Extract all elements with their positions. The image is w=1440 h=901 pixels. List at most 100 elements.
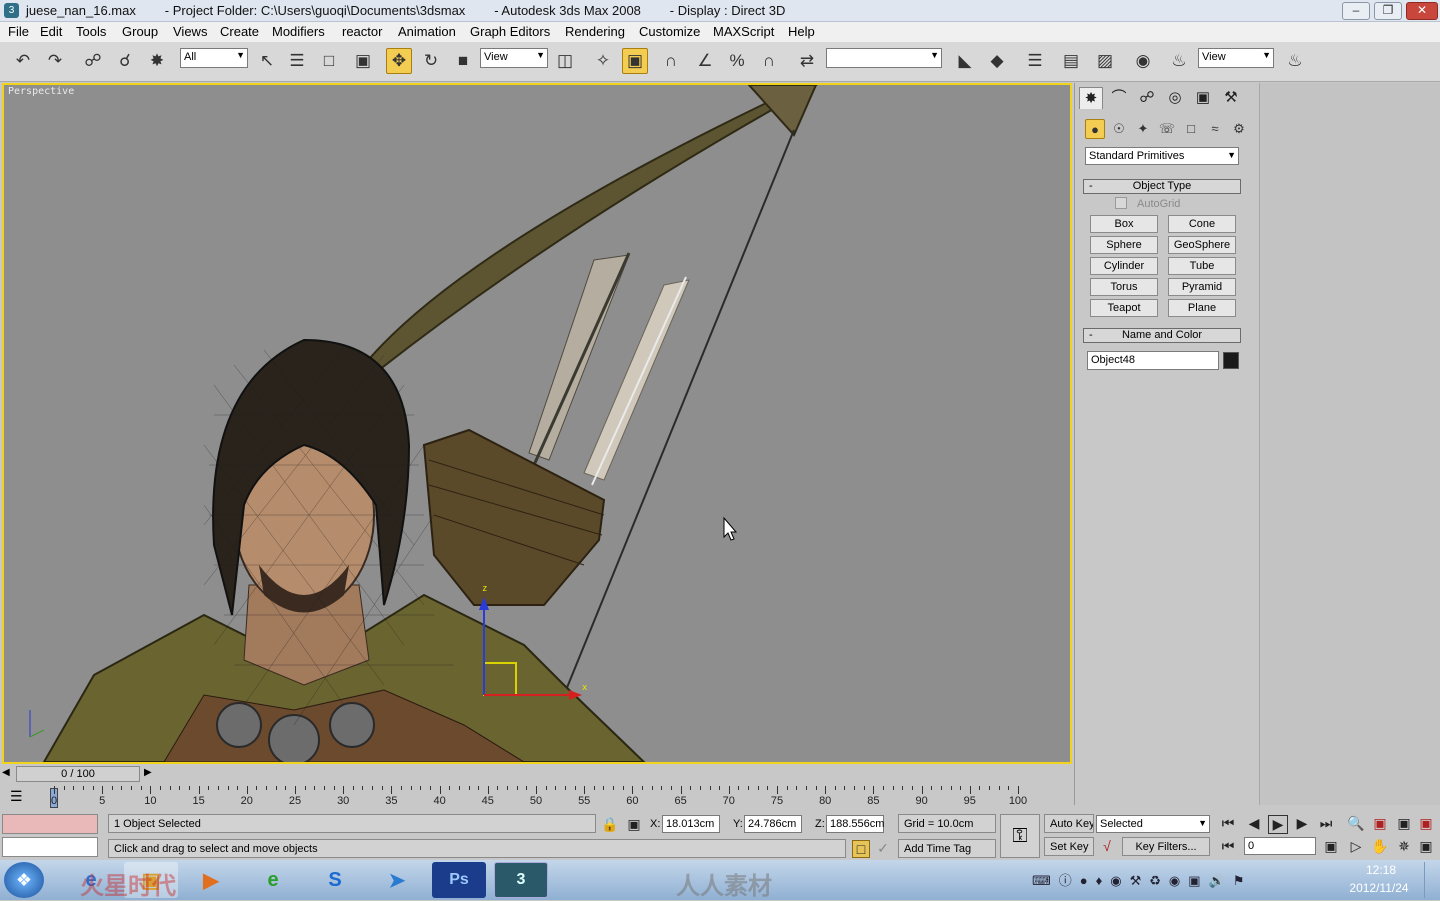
- set-key-key-icon[interactable]: ⚿: [1000, 814, 1040, 858]
- app-icon[interactable]: 3: [4, 3, 19, 18]
- key-filters-button[interactable]: Key Filters...: [1122, 837, 1210, 856]
- close-button[interactable]: ✕: [1406, 2, 1438, 20]
- percent-snap-icon[interactable]: %: [724, 48, 750, 74]
- menu-edit[interactable]: Edit: [40, 24, 62, 39]
- edit-named-selection-icon[interactable]: ⇄: [794, 48, 820, 74]
- geosphere-button[interactable]: GeoSphere: [1168, 236, 1236, 254]
- motion-tab-icon[interactable]: ◎: [1163, 87, 1187, 109]
- render-setup-icon[interactable]: ♨: [1166, 48, 1192, 74]
- zoom-icon[interactable]: 🔍: [1346, 815, 1366, 832]
- snaps-toggle-icon[interactable]: ∩: [658, 48, 684, 74]
- time-slider-prev-icon[interactable]: ◀: [2, 767, 10, 778]
- select-and-link-icon[interactable]: ☍: [80, 48, 106, 74]
- x-coordinate-input[interactable]: 18.013cm: [662, 815, 720, 833]
- plane-button[interactable]: Plane: [1168, 299, 1236, 317]
- select-and-scale-icon[interactable]: ■: [450, 48, 476, 74]
- menu-graph-editors[interactable]: Graph Editors: [470, 24, 550, 39]
- redo-icon[interactable]: ↷: [42, 48, 68, 74]
- select-and-manipulate-icon[interactable]: ✧: [590, 48, 616, 74]
- time-slider[interactable]: 0 / 100: [16, 766, 140, 782]
- teapot-button[interactable]: Teapot: [1090, 299, 1158, 317]
- play-icon[interactable]: ▶: [1268, 815, 1288, 834]
- systems-category-icon[interactable]: ⚙: [1229, 119, 1249, 139]
- key-mode-toggle-icon[interactable]: ⏮: [1218, 838, 1238, 855]
- clock-time[interactable]: 12:18: [1346, 863, 1416, 877]
- next-frame-icon[interactable]: ▶: [1292, 815, 1312, 832]
- quick-render-teapot-icon[interactable]: ♨: [1282, 48, 1308, 74]
- schematic-view-icon[interactable]: ▨: [1092, 48, 1118, 74]
- maximize-viewport-icon[interactable]: ▣: [1416, 838, 1436, 855]
- current-frame-input[interactable]: 0: [1244, 837, 1316, 855]
- go-to-start-icon[interactable]: ⏮: [1218, 815, 1238, 832]
- absolute-mode-transform-icon[interactable]: ▣: [626, 816, 642, 833]
- mirror-icon[interactable]: ◣: [952, 48, 978, 74]
- utilities-tab-icon[interactable]: ⚒: [1219, 87, 1243, 109]
- shapes-category-icon[interactable]: ☉: [1109, 119, 1129, 139]
- menu-animation[interactable]: Animation: [398, 24, 456, 39]
- autogrid-checkbox[interactable]: [1115, 197, 1127, 209]
- add-time-tag-button[interactable]: Add Time Tag: [898, 839, 996, 858]
- name-and-color-rollout-header[interactable]: - Name and Color: [1083, 328, 1241, 343]
- key-mode-dropdown[interactable]: Selected ▼: [1096, 815, 1210, 833]
- named-selection-sets-dropdown[interactable]: ▼: [826, 48, 942, 68]
- create-tab-icon[interactable]: ✸: [1079, 87, 1103, 109]
- angle-snap-icon[interactable]: ∠: [692, 48, 718, 74]
- hierarchy-tab-icon[interactable]: ☍: [1135, 87, 1159, 109]
- degradation-override-icon[interactable]: ✓: [876, 840, 890, 857]
- tube-button[interactable]: Tube: [1168, 257, 1236, 275]
- selection-filter-dropdown[interactable]: All ▼: [180, 48, 248, 68]
- sogou-icon[interactable]: S: [308, 862, 362, 898]
- select-by-name-icon[interactable]: ☰: [284, 48, 310, 74]
- spinner-snap-icon[interactable]: ∩: [756, 48, 782, 74]
- menu-maxscript[interactable]: MAXScript: [713, 24, 774, 39]
- maxscript-input[interactable]: [2, 837, 98, 857]
- system-tray-icons[interactable]: ⌨ⓘ●♦◉⚒♻◉▣🔊⚑: [1032, 870, 1252, 889]
- clock-date[interactable]: 2012/11/24: [1342, 881, 1416, 895]
- object-name-input[interactable]: Object48: [1087, 351, 1219, 370]
- unlink-icon[interactable]: ☌: [112, 48, 138, 74]
- previous-frame-icon[interactable]: ◀: [1244, 815, 1264, 832]
- menu-modifiers[interactable]: Modifiers: [272, 24, 325, 39]
- minimize-button[interactable]: –: [1342, 2, 1370, 20]
- select-and-move-icon[interactable]: ✥: [386, 48, 412, 74]
- torus-button[interactable]: Torus: [1090, 278, 1158, 296]
- reference-coordinate-dropdown[interactable]: View ▼: [480, 48, 548, 68]
- go-to-end-icon[interactable]: ⏭: [1316, 815, 1336, 832]
- keyboard-shortcut-override-icon[interactable]: ▣: [622, 48, 648, 74]
- primitive-type-dropdown[interactable]: Standard Primitives ▼: [1085, 147, 1239, 165]
- maxscript-listener-mini[interactable]: [2, 814, 98, 834]
- time-slider-next-icon[interactable]: ▶: [144, 767, 152, 778]
- menu-help[interactable]: Help: [788, 24, 815, 39]
- cylinder-button[interactable]: Cylinder: [1090, 257, 1158, 275]
- orbit-icon[interactable]: ✵: [1394, 838, 1414, 855]
- pyramid-button[interactable]: Pyramid: [1168, 278, 1236, 296]
- space-warps-category-icon[interactable]: ≈: [1205, 119, 1225, 139]
- align-icon[interactable]: ◆: [984, 48, 1010, 74]
- menu-rendering[interactable]: Rendering: [565, 24, 625, 39]
- viewport-label[interactable]: Perspective: [8, 86, 74, 97]
- maximize-button[interactable]: ❐: [1374, 2, 1402, 20]
- lock-selection-icon[interactable]: 🔒: [601, 816, 618, 833]
- select-and-rotate-icon[interactable]: ↻: [418, 48, 444, 74]
- perspective-viewport[interactable]: z x Perspective: [2, 83, 1072, 764]
- menu-reactor[interactable]: reactor: [342, 24, 382, 39]
- box-button[interactable]: Box: [1090, 215, 1158, 233]
- bind-to-space-warp-icon[interactable]: ✸: [144, 48, 170, 74]
- menu-customize[interactable]: Customize: [639, 24, 700, 39]
- zoom-extents-all-icon[interactable]: ▣: [1416, 815, 1436, 832]
- modify-tab-icon[interactable]: ⌒: [1107, 87, 1131, 109]
- default-tangent-icon[interactable]: √: [1098, 838, 1116, 854]
- undo-icon[interactable]: ↶: [10, 48, 36, 74]
- menu-group[interactable]: Group: [122, 24, 158, 39]
- menu-create[interactable]: Create: [220, 24, 259, 39]
- media-player-icon[interactable]: ▶: [184, 862, 238, 898]
- pan-view-icon[interactable]: ✋: [1370, 838, 1390, 855]
- zoom-all-icon[interactable]: ▣: [1370, 815, 1390, 832]
- menu-views[interactable]: Views: [173, 24, 207, 39]
- bird-app-icon[interactable]: ➤: [370, 862, 424, 898]
- zoom-extents-icon[interactable]: ▣: [1394, 815, 1414, 832]
- menu-file[interactable]: File: [8, 24, 29, 39]
- pivot-center-icon[interactable]: ◫: [552, 48, 578, 74]
- z-coordinate-input[interactable]: 188.556cm: [826, 815, 884, 833]
- set-key-button[interactable]: Set Key: [1044, 837, 1094, 856]
